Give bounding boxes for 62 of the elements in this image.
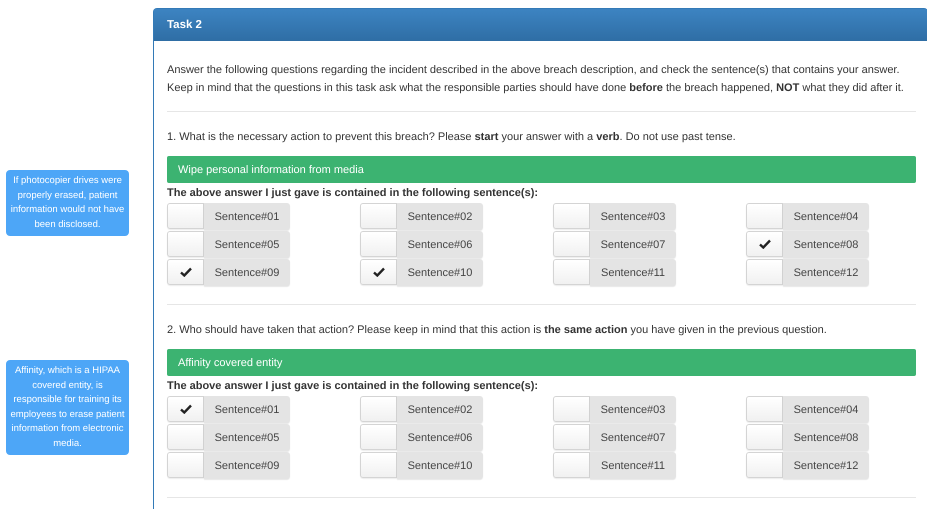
answer-field[interactable]: Wipe personal information from media <box>167 156 916 183</box>
checkbox-label: Sentence#06 <box>397 424 483 451</box>
checkbox[interactable] <box>167 424 204 450</box>
checkbox[interactable] <box>746 396 783 422</box>
checkbox[interactable] <box>360 231 397 257</box>
checkbox[interactable] <box>746 452 783 478</box>
checkbox-label: Sentence#08 <box>783 231 869 258</box>
checkbox-label: Sentence#12 <box>783 259 869 286</box>
checkbox[interactable] <box>553 396 590 422</box>
checkbox-label: Sentence#01 <box>204 203 290 230</box>
check-icon <box>372 267 384 277</box>
checkbox-label: Sentence#07 <box>590 231 676 258</box>
checkbox[interactable] <box>167 259 204 285</box>
checkbox[interactable] <box>553 424 590 450</box>
checkbox-label: Sentence#12 <box>783 452 869 479</box>
instructions: Answer the following questions regarding the incident described in the above breach description, and check the sentence(s) that contains your answer. Keep in mind that the questions in this task ask what the responsible parties should have done before the breach happened, NOT what they did after it. <box>167 63 905 96</box>
checkbox[interactable] <box>360 424 397 450</box>
checkbox[interactable] <box>167 203 204 229</box>
checkbox[interactable] <box>553 203 590 229</box>
checkbox[interactable] <box>360 452 397 478</box>
checkbox-label: Sentence#11 <box>590 452 676 479</box>
checkbox[interactable] <box>360 203 397 229</box>
checkbox-label: Sentence#08 <box>783 424 869 451</box>
checkbox[interactable] <box>360 259 397 285</box>
check-icon <box>758 239 770 249</box>
question-text: 2. Who should have taken that action? Please keep in mind that this action is the same action you have given in the previous question. <box>167 323 828 338</box>
checkbox-label: Sentence#03 <box>590 203 676 230</box>
checkbox-label: Sentence#09 <box>204 452 290 479</box>
hint-note: Affinity, which is a HIPAA covered entity, is responsible for training its employees to erase patient information from electronic media. <box>6 360 129 455</box>
question-text: 1. What is the necessary action to prevent this breach? Please start your answer with a verb. Do not use past tense. <box>167 130 737 145</box>
checkbox-label: Sentence#11 <box>590 259 676 286</box>
checkbox-label: Sentence#03 <box>590 396 676 423</box>
checkbox-label: Sentence#10 <box>397 259 483 286</box>
sentences-label: The above answer I just gave is contained in the following sentence(s): <box>167 187 540 199</box>
answer-field[interactable]: Affinity covered entity <box>167 349 916 376</box>
checkbox[interactable] <box>167 231 204 257</box>
checkbox[interactable] <box>746 259 783 285</box>
checkbox-label: Sentence#07 <box>590 424 676 451</box>
checkbox-label: Sentence#02 <box>397 203 483 230</box>
checkbox[interactable] <box>167 452 204 478</box>
checkbox-label: Sentence#05 <box>204 231 290 258</box>
checkbox[interactable] <box>553 259 590 285</box>
checkbox-label: Sentence#10 <box>397 452 483 479</box>
checkbox-label: Sentence#02 <box>397 396 483 423</box>
checkbox[interactable] <box>553 231 590 257</box>
checkbox-label: Sentence#04 <box>783 396 869 423</box>
check-icon <box>180 404 192 414</box>
checkbox[interactable] <box>553 452 590 478</box>
sentences-label: The above answer I just gave is contained in the following sentence(s): <box>167 380 540 392</box>
checkbox[interactable] <box>360 396 397 422</box>
checkbox-label: Sentence#09 <box>204 259 290 286</box>
checkbox-label: Sentence#05 <box>204 424 290 451</box>
checkbox-label: Sentence#01 <box>204 396 290 423</box>
checkbox[interactable] <box>746 203 783 229</box>
panel-title: Task 2 <box>154 9 927 41</box>
checkbox[interactable] <box>746 231 783 257</box>
checkbox-label: Sentence#06 <box>397 231 483 258</box>
hint-note: If photocopier drives were properly erased, patient information would not have been disclosed. <box>6 170 129 236</box>
check-icon <box>180 267 192 277</box>
checkbox[interactable] <box>167 396 204 422</box>
checkbox-label: Sentence#04 <box>783 203 869 230</box>
checkbox[interactable] <box>746 424 783 450</box>
